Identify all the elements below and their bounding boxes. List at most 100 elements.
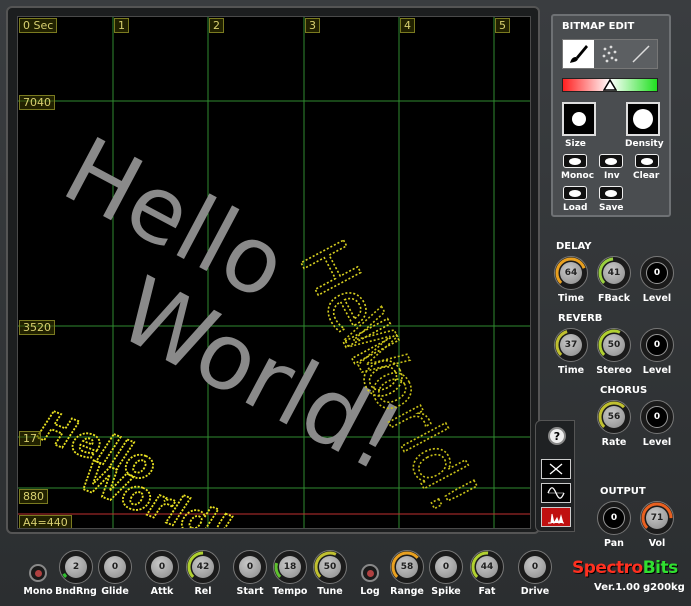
time-label-4: 4	[400, 18, 415, 33]
line-icon[interactable]	[626, 40, 657, 68]
spike-label: Spike	[431, 586, 461, 597]
output-vol-value: 71	[646, 507, 668, 529]
delay-level-label: Level	[642, 293, 672, 304]
brush-icon[interactable]	[563, 40, 595, 68]
output-pan-knob[interactable]: 0	[597, 501, 631, 535]
time-label-5: 5	[495, 18, 510, 33]
spike-value: 0	[435, 556, 457, 578]
spike-knob[interactable]: 0	[429, 550, 463, 584]
delay-fback-label: FBack	[597, 293, 631, 304]
clear-label: Clear	[633, 171, 660, 181]
delay-level-knob[interactable]: 0	[640, 256, 674, 290]
time-label-3: 3	[305, 18, 320, 33]
output-title: OUTPUT	[600, 486, 646, 497]
glide-knob[interactable]: 0	[98, 550, 132, 584]
freq-label-3520: 3520	[19, 320, 55, 335]
attk-value: 0	[151, 556, 173, 578]
bitmap-edit-panel: BITMAP EDIT Size Density Monoc Inv Clear	[551, 14, 671, 217]
sine-wave-icon	[547, 487, 565, 499]
bitmap-edit-title: BITMAP EDIT	[562, 21, 635, 32]
spectrogram-canvas[interactable]: Hello World! Hello World! Hello World! 0…	[17, 16, 531, 529]
attk-knob[interactable]: 0	[145, 550, 179, 584]
mono-toggle[interactable]	[29, 564, 47, 582]
reverb-title: REVERB	[558, 313, 603, 324]
freq-label-7040: 7040	[19, 95, 55, 110]
monoc-label: Monoc	[561, 171, 595, 181]
spray-icon[interactable]	[594, 40, 625, 68]
tempo-knob[interactable]: 18	[273, 550, 307, 584]
spectrobits-window: Hello World! Hello World! Hello World! 0…	[0, 0, 691, 606]
log-toggle[interactable]	[361, 564, 379, 582]
output-pan-label: Pan	[604, 538, 624, 549]
time-label-0: 0 Sec	[19, 18, 58, 33]
monoc-button[interactable]	[563, 154, 587, 168]
drive-value: 0	[524, 556, 546, 578]
glide-label: Glide	[101, 586, 129, 597]
side-tools-panel: ?	[535, 420, 575, 532]
start-label: Start	[236, 586, 264, 597]
chorus-level-value: 0	[646, 406, 668, 428]
reverb-time-value: 37	[560, 334, 582, 356]
time-label-2: 2	[209, 18, 224, 33]
cross-tool-button[interactable]	[541, 459, 571, 479]
bndrng-label: BndRng	[55, 586, 97, 597]
chorus-level-knob[interactable]: 0	[640, 400, 674, 434]
chorus-rate-knob[interactable]: 56	[597, 400, 631, 434]
delay-time-label: Time	[557, 293, 585, 304]
fat-label: Fat	[478, 586, 496, 597]
reverb-level-label: Level	[642, 365, 672, 376]
chorus-title: CHORUS	[600, 385, 648, 396]
fat-value: 44	[476, 556, 498, 578]
chorus-rate-label: Rate	[601, 437, 627, 448]
size-label: Size	[565, 139, 586, 149]
bndrng-value: 2	[65, 556, 87, 578]
freq-label-a4: A4=440	[19, 515, 72, 528]
help-button[interactable]: ?	[548, 427, 566, 445]
delay-time-knob[interactable]: 64	[554, 256, 588, 290]
glide-value: 0	[104, 556, 126, 578]
wave-tool-button[interactable]	[541, 483, 571, 503]
delay-fback-value: 41	[603, 262, 625, 284]
color-slider[interactable]	[562, 78, 658, 92]
bndrng-knob[interactable]: 2	[59, 550, 93, 584]
drive-label: Drive	[520, 586, 550, 597]
tool-row	[562, 39, 658, 69]
reverb-level-knob[interactable]: 0	[640, 328, 674, 362]
save-button[interactable]	[599, 186, 623, 200]
tempo-label: Tempo	[272, 586, 308, 597]
spectrum-tool-button[interactable]	[541, 507, 571, 527]
load-button[interactable]	[563, 186, 587, 200]
range-value: 58	[396, 556, 418, 578]
fat-knob[interactable]: 44	[470, 550, 504, 584]
reverb-stereo-knob[interactable]: 50	[597, 328, 631, 362]
rel-knob[interactable]: 42	[186, 550, 220, 584]
density-toggle[interactable]	[626, 102, 660, 136]
delay-level-value: 0	[646, 262, 668, 284]
chorus-level-label: Level	[642, 437, 672, 448]
drive-knob[interactable]: 0	[518, 550, 552, 584]
range-knob[interactable]: 58	[390, 550, 424, 584]
inv-label: Inv	[604, 171, 620, 181]
delay-title: DELAY	[556, 241, 592, 252]
spectrogram-svg: Hello World! Hello World! Hello World!	[18, 17, 530, 528]
delay-time-value: 64	[560, 262, 582, 284]
clear-button[interactable]	[635, 154, 659, 168]
color-slider-handle-icon[interactable]	[603, 79, 617, 91]
delay-fback-knob[interactable]: 41	[597, 256, 631, 290]
reverb-time-knob[interactable]: 37	[554, 328, 588, 362]
version-label: Ver.1.00	[594, 582, 640, 593]
save-label: Save	[599, 203, 624, 213]
logo-name-part1: Spectro	[572, 558, 643, 578]
time-label-1: 1	[114, 18, 129, 33]
inv-button[interactable]	[599, 154, 623, 168]
start-knob[interactable]: 0	[233, 550, 267, 584]
cross-icon	[549, 463, 563, 475]
output-vol-knob[interactable]: 71	[640, 501, 674, 535]
tune-knob[interactable]: 50	[313, 550, 347, 584]
spectrobits-logo: SpectroBits Ver.1.00 g200kg	[570, 558, 686, 602]
output-vol-label: Vol	[648, 538, 666, 549]
size-toggle[interactable]	[562, 102, 596, 136]
chorus-rate-value: 56	[603, 406, 625, 428]
range-label: Range	[390, 586, 424, 597]
freq-label-880: 880	[19, 489, 48, 504]
